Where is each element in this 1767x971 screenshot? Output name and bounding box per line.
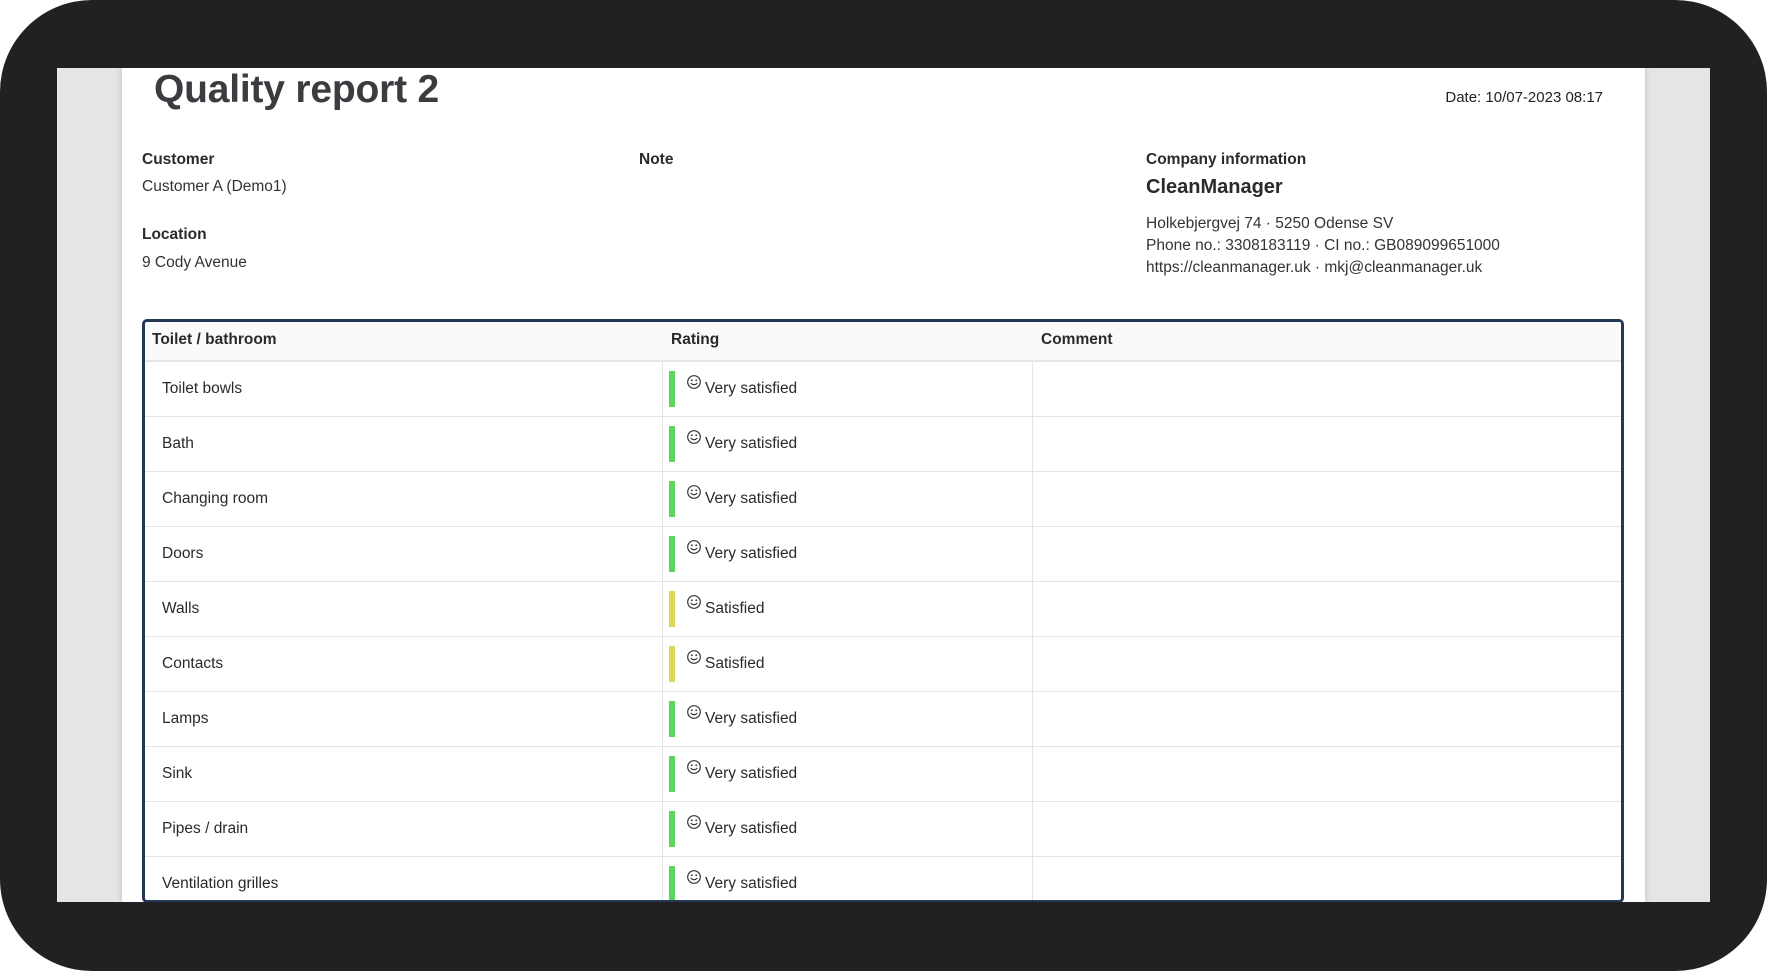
- row-item-name: Contacts: [162, 655, 224, 672]
- table-row: Walls Satisfied: [145, 582, 1621, 637]
- row-item-name: Ventilation grilles: [162, 875, 279, 892]
- row-comment: [1030, 362, 1621, 416]
- smiley-icon: [687, 540, 701, 554]
- row-rating-text: Very satisfied: [705, 710, 798, 727]
- table-row: Sink Very satisfied: [145, 747, 1621, 802]
- smiley-icon: [687, 760, 701, 774]
- row-rating-text: Very satisfied: [705, 765, 798, 782]
- row-rating-text: Very satisfied: [705, 490, 798, 507]
- header-rating: Rating: [671, 331, 720, 348]
- smiley-icon: [687, 485, 701, 499]
- report-page: Quality report 2 Date: 10/07-2023 08:17 …: [122, 68, 1645, 902]
- customer-label: Customer: [142, 151, 215, 168]
- company-phone: Phone no.: 3308183119 · CI no.: GB089099…: [1146, 237, 1500, 254]
- row-rating-text: Very satisfied: [705, 380, 798, 397]
- rating-color-bar: [669, 481, 675, 517]
- row-comment: [1030, 582, 1621, 636]
- company-address: Holkebjergvej 74 · 5250 Odense SV: [1146, 215, 1394, 232]
- smiley-icon: [687, 870, 701, 884]
- row-rating-text: Satisfied: [705, 655, 765, 672]
- header-area: Toilet / bathroom: [152, 331, 277, 348]
- row-comment: [1030, 692, 1621, 746]
- table-header: Toilet / bathroom Rating Comment: [145, 322, 1621, 362]
- row-comment: [1030, 802, 1621, 856]
- row-comment: [1030, 417, 1621, 471]
- row-item-name: Toilet bowls: [162, 380, 243, 397]
- row-item-name: Doors: [162, 545, 204, 562]
- table-row: Toilet bowls Very satisfied: [145, 362, 1621, 417]
- rating-color-bar: [669, 756, 675, 792]
- table-row: Ventilation grilles Very satisfied: [145, 857, 1621, 900]
- document-viewport[interactable]: Quality report 2 Date: 10/07-2023 08:17 …: [57, 68, 1710, 902]
- device-frame: Quality report 2 Date: 10/07-2023 08:17 …: [0, 0, 1767, 971]
- quality-table: Toilet / bathroom Rating Comment Toilet …: [142, 319, 1624, 902]
- row-comment: [1030, 857, 1621, 900]
- row-rating-text: Satisfied: [705, 600, 765, 617]
- table-row: Contacts Satisfied: [145, 637, 1621, 692]
- smiley-icon: [687, 595, 701, 609]
- smiley-icon: [687, 375, 701, 389]
- row-comment: [1030, 637, 1621, 691]
- smiley-icon: [687, 430, 701, 444]
- row-rating-text: Very satisfied: [705, 820, 798, 837]
- table-row: Changing room Very satisfied: [145, 472, 1621, 527]
- table-row: Bath Very satisfied: [145, 417, 1621, 472]
- company-web: https://cleanmanager.uk · mkj@cleanmanag…: [1146, 259, 1483, 276]
- smiley-icon: [687, 815, 701, 829]
- row-item-name: Sink: [162, 765, 193, 782]
- note-label: Note: [639, 151, 674, 168]
- row-item-name: Bath: [162, 435, 194, 452]
- row-item-name: Pipes / drain: [162, 820, 249, 837]
- rating-color-bar: [669, 426, 675, 462]
- row-rating-text: Very satisfied: [705, 435, 798, 452]
- table-row: Doors Very satisfied: [145, 527, 1621, 582]
- customer-value: Customer A (Demo1): [142, 178, 287, 195]
- rating-color-bar: [669, 536, 675, 572]
- table-row: Lamps Very satisfied: [145, 692, 1621, 747]
- row-comment: [1030, 747, 1621, 801]
- rating-color-bar: [669, 371, 675, 407]
- rating-color-bar: [669, 591, 675, 627]
- row-comment: [1030, 527, 1621, 581]
- location-value: 9 Cody Avenue: [142, 254, 247, 271]
- header-comment: Comment: [1041, 331, 1113, 348]
- location-label: Location: [142, 226, 207, 243]
- company-info-label: Company information: [1146, 151, 1307, 168]
- smiley-icon: [687, 650, 701, 664]
- smiley-icon: [687, 705, 701, 719]
- rating-color-bar: [669, 866, 675, 900]
- row-item-name: Walls: [162, 600, 200, 617]
- row-comment: [1030, 472, 1621, 526]
- rating-color-bar: [669, 646, 675, 682]
- report-date: Date: 10/07-2023 08:17: [1445, 89, 1603, 106]
- row-item-name: Lamps: [162, 710, 209, 727]
- row-item-name: Changing room: [162, 490, 268, 507]
- rating-color-bar: [669, 811, 675, 847]
- row-rating-text: Very satisfied: [705, 875, 798, 892]
- rating-color-bar: [669, 701, 675, 737]
- table-body: Toilet bowls Very satisfied Bath Very sa…: [145, 362, 1621, 900]
- company-name: CleanManager: [1146, 176, 1283, 198]
- row-rating-text: Very satisfied: [705, 545, 798, 562]
- page-title: Quality report 2: [154, 68, 440, 111]
- table-row: Pipes / drain Very satisfied: [145, 802, 1621, 857]
